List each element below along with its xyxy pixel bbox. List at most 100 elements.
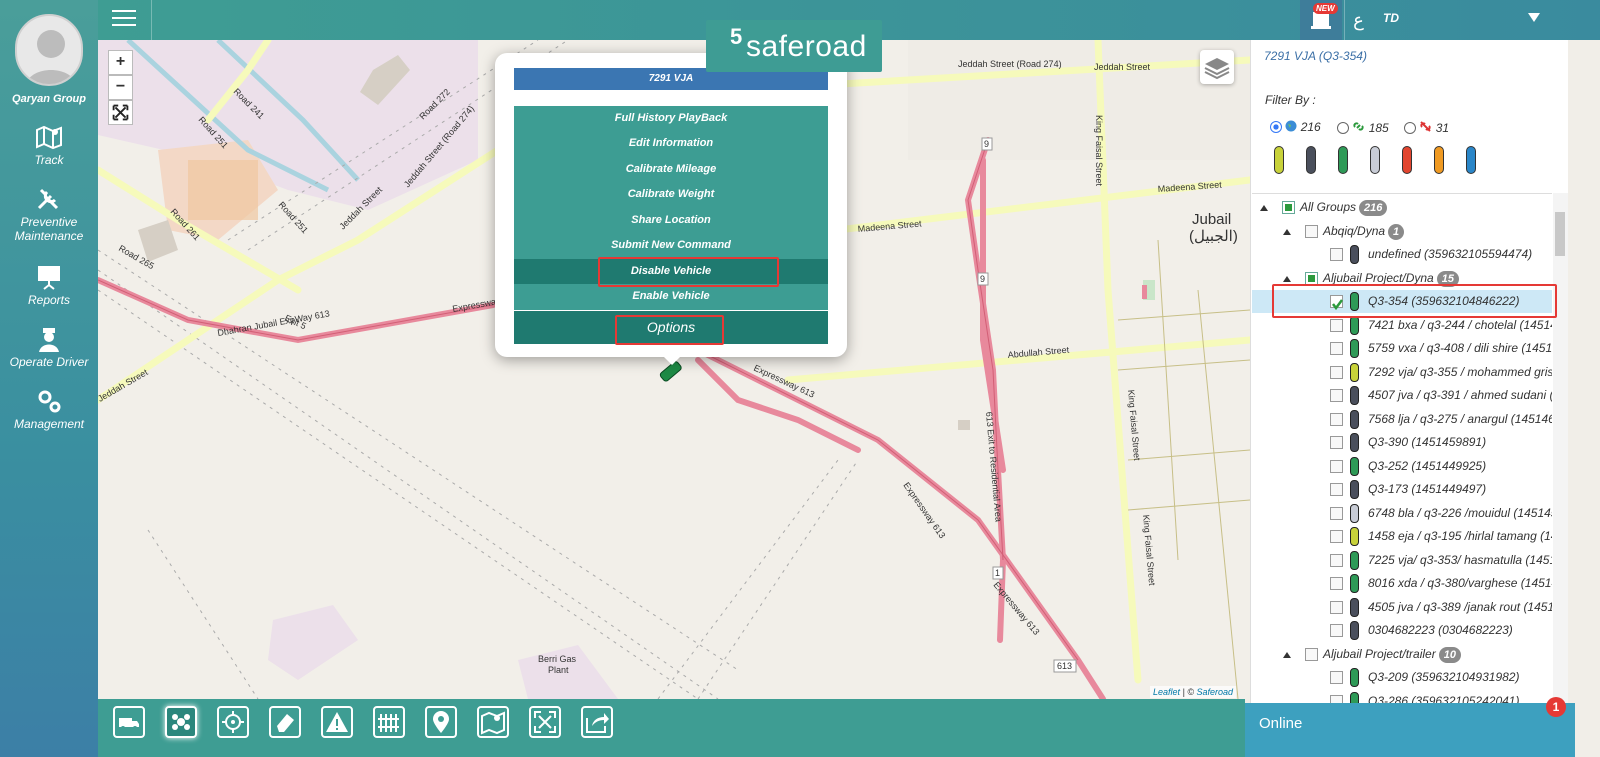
menu-enable-vehicle[interactable]: Enable Vehicle xyxy=(514,284,828,309)
tree-vehicle-row[interactable]: 0304682223 (0304682223) xyxy=(1252,619,1552,642)
menu-calibrate-weight[interactable]: Calibrate Weight xyxy=(514,182,828,207)
user-initials[interactable]: TD xyxy=(1383,11,1399,25)
filter-all[interactable]: 216 xyxy=(1270,120,1321,134)
group-checkbox[interactable] xyxy=(1305,224,1318,238)
fit-bounds-button[interactable] xyxy=(108,100,133,125)
vehicle-checkbox[interactable] xyxy=(1330,483,1343,496)
tree-vehicle-row[interactable]: 7568 lja / q3-275 / anargul (145146 xyxy=(1252,408,1552,431)
tree-vehicle-row[interactable]: Q3-390 (1451459891) xyxy=(1252,431,1552,454)
leaflet-link[interactable]: Leaflet xyxy=(1153,687,1180,697)
tree-vehicle-row[interactable]: Q3-173 (1451449497) xyxy=(1252,478,1552,501)
tree-scrollbar-thumb[interactable] xyxy=(1555,212,1565,256)
car-filter-2-icon[interactable] xyxy=(1338,146,1348,174)
vehicle-checkbox[interactable] xyxy=(1330,671,1343,684)
group-checkbox[interactable] xyxy=(1305,271,1318,285)
tree-vehicle-row[interactable]: 8016 xda / q3-380/varghese (14514 xyxy=(1252,572,1552,595)
filter-connected[interactable]: 185 xyxy=(1337,120,1389,135)
share-button[interactable] xyxy=(581,706,613,738)
language-toggle[interactable]: ع xyxy=(1344,0,1372,40)
vehicle-checkbox[interactable] xyxy=(1330,412,1343,426)
vehicle-checkbox[interactable] xyxy=(1330,506,1343,520)
cluster-button[interactable] xyxy=(165,706,197,738)
tree-vehicle-row[interactable]: undefined (359632105594474) xyxy=(1252,243,1552,266)
label-plant: Plant xyxy=(548,665,569,675)
tree-group[interactable]: Abqiq/Dyna 1 xyxy=(1252,220,1552,243)
sidebar-item-operate-driver[interactable]: Operate Driver xyxy=(0,326,98,369)
truck-button[interactable] xyxy=(113,706,145,738)
menu-full-history-playback[interactable]: Full History PlayBack xyxy=(514,106,828,131)
route-map-button[interactable] xyxy=(477,706,509,738)
eraser-button[interactable] xyxy=(269,706,301,738)
vehicle-checkbox[interactable] xyxy=(1330,459,1343,473)
tree-vehicle-row[interactable]: 4507 jva / q3-391 / ahmed sudani ( xyxy=(1252,384,1552,407)
tree-vehicle-row[interactable]: Q3-209 (359632104931982) xyxy=(1252,666,1552,689)
sidebar-item-label: Reports xyxy=(27,293,71,307)
tree-vehicle-row[interactable]: Q3-252 (1451449925) xyxy=(1252,455,1552,478)
filter-count-connected: 185 xyxy=(1368,121,1389,135)
zoom-in-button[interactable]: + xyxy=(108,50,133,75)
car-filter-4-icon[interactable] xyxy=(1402,146,1412,174)
hamburger-menu-icon[interactable] xyxy=(112,10,138,30)
link-icon xyxy=(1353,122,1364,131)
expand-arrow-icon[interactable] xyxy=(1283,275,1291,282)
tree-vehicle-row[interactable]: 7292 vja/ q3-355 / mohammed gris xyxy=(1252,361,1552,384)
tree-vehicle-row[interactable]: 6748 bla / q3-226 /mouidul (145145 xyxy=(1252,502,1552,525)
menu-edit-information[interactable]: Edit Information xyxy=(514,131,828,156)
zoom-out-button[interactable]: − xyxy=(108,75,133,100)
expand-arrow-icon[interactable] xyxy=(1283,228,1291,235)
sidebar-item-track[interactable]: Track xyxy=(0,124,98,167)
menu-submit-new-command[interactable]: Submit New Command xyxy=(514,233,828,258)
tree-scrollbar[interactable] xyxy=(1553,193,1568,703)
layers-icon[interactable] xyxy=(1200,50,1234,84)
online-status-bar[interactable]: Online xyxy=(1245,703,1575,757)
sidebar-item-management[interactable]: Management xyxy=(0,388,98,431)
expand-arrow-icon[interactable] xyxy=(1283,651,1291,658)
vehicle-checkbox[interactable] xyxy=(1330,365,1343,379)
vehicle-checkbox[interactable] xyxy=(1330,389,1343,402)
car-filter-3-icon[interactable] xyxy=(1370,146,1380,174)
vehicle-checkbox[interactable] xyxy=(1330,436,1343,449)
filter-disconnected[interactable]: 31 xyxy=(1404,120,1449,135)
chevron-down-icon[interactable] xyxy=(1528,13,1540,22)
shield-9-b: 9 xyxy=(980,274,985,284)
tree-vehicle-row[interactable]: 5759 vxa / q3-408 / dili shire (14514 xyxy=(1252,337,1552,360)
tree-vehicle-row[interactable]: 4505 jva / q3-389 /janak rout (1451 xyxy=(1252,596,1552,619)
locate-button[interactable] xyxy=(217,706,249,738)
saferoad-link[interactable]: Saferoad xyxy=(1197,687,1234,697)
car-filter-1-icon[interactable] xyxy=(1306,146,1316,174)
label-king-faisal-a: King Faisal Street xyxy=(1094,115,1104,187)
vehicle-checkbox[interactable] xyxy=(1330,318,1343,332)
vehicle-checkbox[interactable] xyxy=(1330,248,1343,261)
group-checkbox[interactable] xyxy=(1305,647,1318,661)
vehicle-checkbox[interactable] xyxy=(1330,600,1343,614)
tree-vehicle-row[interactable]: 1458 eja / q3-195 /hirlal tamang (14 xyxy=(1252,525,1552,548)
warning-button[interactable] xyxy=(321,706,353,738)
sidebar-item-preventive-maintenance[interactable]: Preventive Maintenance xyxy=(0,186,98,243)
radio-all[interactable] xyxy=(1270,121,1282,133)
fence-button[interactable] xyxy=(373,706,405,738)
tree-group[interactable]: All Groups 216 xyxy=(1252,196,1552,219)
vehicle-checkbox[interactable] xyxy=(1330,553,1343,567)
vehicle-checkbox[interactable] xyxy=(1330,577,1343,590)
pin-button[interactable] xyxy=(425,706,457,738)
tree-group[interactable]: Aljubail Project/trailer 10 xyxy=(1252,643,1552,666)
menu-share-location[interactable]: Share Location xyxy=(514,208,828,233)
tree-vehicle-row[interactable]: 7225 vja/ q3-353/ hasmatulla (1451 xyxy=(1252,549,1552,572)
vehicle-checkbox[interactable] xyxy=(1330,530,1343,543)
vehicle-checkbox[interactable] xyxy=(1330,624,1343,637)
vehicle-checkbox[interactable] xyxy=(1330,694,1343,703)
fullscreen-button[interactable] xyxy=(529,706,561,738)
menu-calibrate-mileage[interactable]: Calibrate Mileage xyxy=(514,157,828,182)
radio-disconnected[interactable] xyxy=(1404,122,1416,134)
sidebar-item-reports[interactable]: Reports xyxy=(0,264,98,307)
vehicle-checkbox[interactable] xyxy=(1330,342,1343,355)
popup-tip xyxy=(662,355,682,365)
car-filter-5-icon[interactable] xyxy=(1434,146,1444,174)
avatar[interactable] xyxy=(15,14,83,86)
radio-connected[interactable] xyxy=(1337,122,1349,134)
expand-arrow-icon[interactable] xyxy=(1260,205,1268,211)
car-filter-0-icon[interactable] xyxy=(1274,146,1284,174)
tree-vehicle-row[interactable]: Q3-286 (359632105242041) xyxy=(1252,690,1552,703)
group-checkbox[interactable] xyxy=(1282,201,1295,214)
car-filter-6-icon[interactable] xyxy=(1466,146,1476,174)
